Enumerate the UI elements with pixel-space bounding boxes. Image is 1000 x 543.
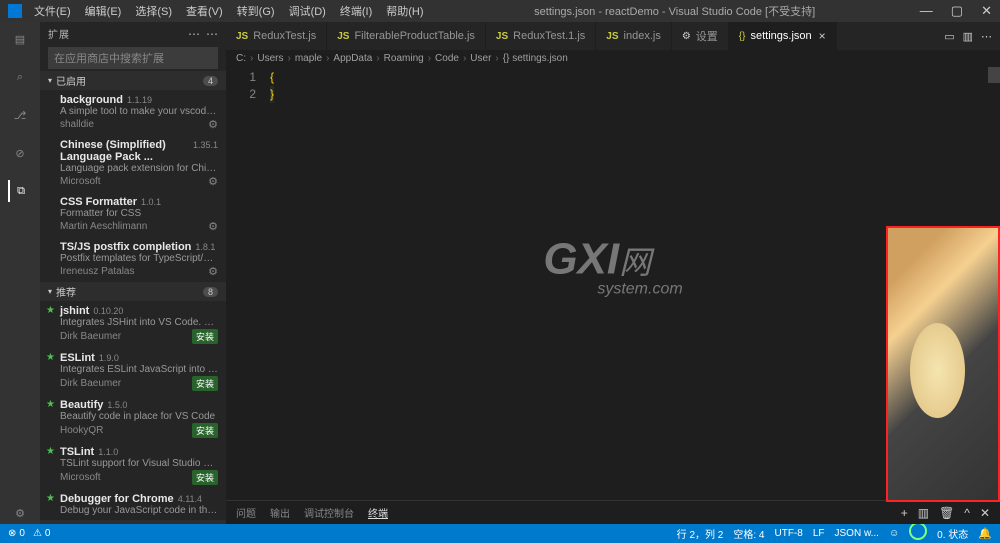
more-icon[interactable]: ⋯ [206,27,218,41]
status-warnings[interactable]: ⚠0 [33,528,51,539]
app-icon [8,4,22,18]
ext-css-formatter[interactable]: CSS Formatter1.0.1 Formatter for CSS Mar… [40,192,226,237]
star-icon: ★ [46,493,55,504]
menu-select[interactable]: 选择(S) [129,1,178,21]
status-cursor[interactable]: 行 2，列 2 [677,526,724,541]
tab-settings-ui[interactable]: ⚙设置 [672,22,729,50]
installed-count: 4 [203,76,218,86]
section-recommended[interactable]: ▾ 推荐 8 [40,282,226,301]
star-icon: ★ [46,352,55,363]
scm-icon[interactable]: ⎇ [9,104,31,126]
tab-reduxtest1[interactable]: JSReduxTest.1.js [486,22,596,50]
section-disabled[interactable]: ▸ 已禁用 0 [40,520,226,524]
breadcrumbs[interactable]: C:› Users› maple› AppData› Roaming› Code… [226,50,1000,67]
panel-terminal[interactable]: 终端 [368,505,388,520]
menubar: 文件(E) 编辑(E) 选择(S) 查看(V) 转到(G) 调试(D) 终端(I… [28,1,430,21]
ext-background[interactable]: background1.1.19 A simple tool to make y… [40,90,226,135]
ext-chinese-lang[interactable]: Chinese (Simplified) Language Pack ...1.… [40,135,226,192]
line-numbers: 1 2 [226,67,264,500]
tab-filterable[interactable]: JSFilterableProductTable.js [327,22,486,50]
split-icon[interactable]: ▥ [963,30,973,43]
install-button[interactable]: 安装 [192,423,218,438]
window-title: settings.json - reactDemo - Visual Studi… [430,3,920,19]
gear-icon[interactable]: ⚙ [9,502,31,524]
status-indent[interactable]: 空格: 4 [733,526,764,541]
panel-debug-console[interactable]: 调试控制台 [304,505,354,520]
install-button[interactable]: 安装 [192,376,218,391]
ext-eslint[interactable]: ★ ESLint1.9.0 Integrates ESLint JavaScri… [40,348,226,395]
menu-file[interactable]: 文件(E) [28,1,77,21]
install-button[interactable]: 安装 [192,329,218,344]
debug-icon[interactable]: ⊘ [9,142,31,164]
menu-view[interactable]: 查看(V) [180,1,229,21]
maximize-icon[interactable]: ▢ [951,3,963,19]
window-controls: — ▢ ✕ [920,3,992,19]
chevron-down-icon: ▾ [48,76,52,85]
sidebar-title: 扩展 [48,26,188,41]
section-installed[interactable]: ▾ 已启用 4 [40,71,226,90]
status-eol[interactable]: LF [813,528,825,539]
sidebar-header: 扩展 ⋯ ⋯ [40,22,226,45]
extensions-icon[interactable]: ⧉ [8,180,30,202]
status-encoding[interactable]: UTF-8 [774,528,802,539]
more-icon[interactable]: ⋯ [981,30,992,43]
close-panel-icon[interactable]: ✕ [980,506,990,520]
status-extra[interactable]: 0. 状态 [937,526,968,541]
panel-problems[interactable]: 问题 [236,505,256,520]
chevron-down-icon: ▾ [48,287,52,296]
menu-terminal[interactable]: 终端(I) [334,1,378,21]
code-editor[interactable]: 1 2 { } [226,67,1000,500]
titlebar: 文件(E) 编辑(E) 选择(S) 查看(V) 转到(G) 调试(D) 终端(I… [0,0,1000,22]
statusbar: ⊗0 ⚠0 行 2，列 2 空格: 4 UTF-8 LF JSON w... ☺… [0,524,1000,543]
kill-terminal-icon[interactable]: 🗑 [939,506,954,520]
ext-tslint[interactable]: ★ TSLint1.1.0 TSLint support for Visual … [40,442,226,489]
tab-close-icon[interactable]: × [819,29,826,43]
status-feedback-icon[interactable]: ☺ [889,528,899,539]
new-terminal-icon[interactable]: + [901,506,908,520]
status-language[interactable]: JSON w... [835,528,879,539]
gear-icon[interactable]: ⚙ [208,118,218,131]
close-icon[interactable]: ✕ [981,3,992,19]
tab-reduxtest[interactable]: JSReduxTest.js [226,22,327,50]
ext-debugger-chrome[interactable]: ★ Debugger for Chrome4.11.4 Debug your J… [40,489,226,520]
explorer-icon[interactable]: ▤ [9,28,31,50]
editor-tabs: JSReduxTest.js JSFilterableProductTable.… [226,22,1000,50]
install-button[interactable]: 安装 [192,470,218,485]
notification-icon[interactable]: 🔔 [978,527,992,540]
gear-icon[interactable]: ⚙ [208,220,218,233]
extensions-sidebar: 扩展 ⋯ ⋯ 在应用商店中搜索扩展 ▾ 已启用 4 background1.1.… [40,22,226,524]
recommended-list: ★ jshint0.10.20 Integrates JSHint into V… [40,301,226,520]
filter-icon[interactable]: ⋯ [188,27,200,41]
panel-output[interactable]: 输出 [270,505,290,520]
extension-search-input[interactable]: 在应用商店中搜索扩展 [48,47,218,69]
ext-jshint[interactable]: ★ jshint0.10.20 Integrates JSHint into V… [40,301,226,348]
minimap[interactable] [988,67,1000,83]
status-errors[interactable]: ⊗0 [8,528,25,539]
maximize-panel-icon[interactable]: ^ [964,506,970,520]
status-sync-icon[interactable] [909,522,927,540]
ext-postfix[interactable]: TS/JS postfix completion1.8.1 Postfix te… [40,237,226,282]
menu-edit[interactable]: 编辑(E) [79,1,128,21]
star-icon: ★ [46,399,55,410]
minimize-icon[interactable]: — [920,3,933,19]
activity-bar: ▤ ⌕ ⎇ ⊘ ⧉ ⚙ [0,22,40,524]
gear-icon[interactable]: ⚙ [208,175,218,188]
star-icon: ★ [46,446,55,457]
tab-index[interactable]: JSindex.js [596,22,672,50]
recommended-count: 8 [203,287,218,297]
editor-area: JSReduxTest.js JSFilterableProductTable.… [226,22,1000,524]
search-icon[interactable]: ⌕ [9,66,31,88]
star-icon: ★ [46,305,55,316]
menu-help[interactable]: 帮助(H) [380,1,429,21]
split-terminal-icon[interactable]: ▥ [918,506,929,520]
menu-debug[interactable]: 调试(D) [283,1,332,21]
gear-icon[interactable]: ⚙ [208,265,218,278]
installed-list: background1.1.19 A simple tool to make y… [40,90,226,282]
background-image [886,226,1000,502]
open-in-icon[interactable]: ▭ [944,30,954,43]
ext-beautify[interactable]: ★ Beautify1.5.0 Beautify code in place f… [40,395,226,442]
tab-settings-json[interactable]: {}settings.json× [729,22,837,50]
menu-goto[interactable]: 转到(G) [231,1,281,21]
bottom-panel: 问题 输出 调试控制台 终端 + ▥ 🗑 ^ ✕ [226,500,1000,524]
